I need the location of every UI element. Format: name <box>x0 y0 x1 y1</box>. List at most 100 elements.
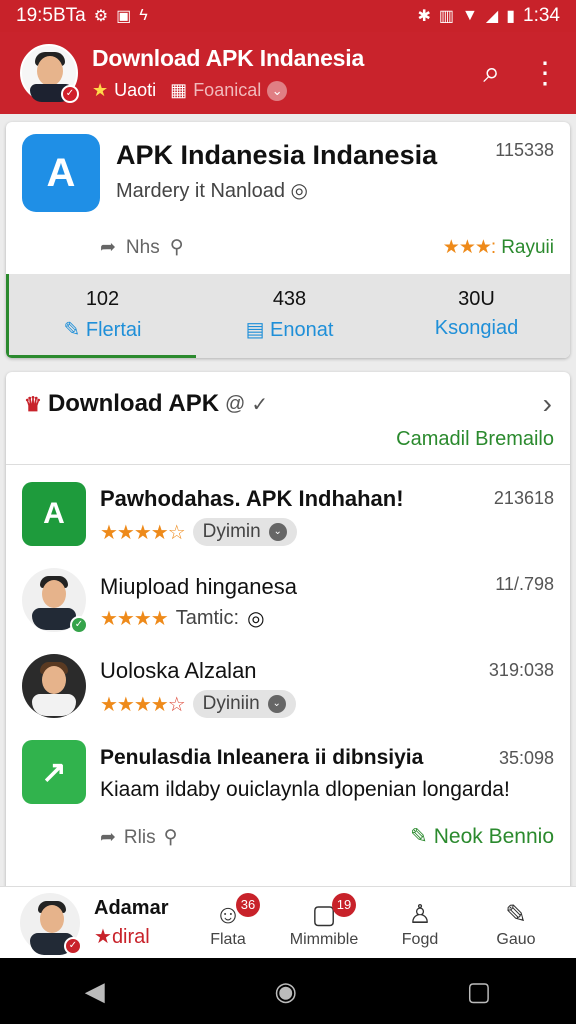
nav-item-chat[interactable]: ☺ Flata 36 <box>180 892 276 949</box>
list-item[interactable]: ✓ Miupload hinganesa 11/.798 ★★★★ Tamtic… <box>6 566 570 646</box>
featured-count: 115338 <box>495 140 554 160</box>
chevron-down-icon: ⌄ <box>267 695 286 713</box>
stats-tabs: 102 ✎ Flertai 438 ▤ Enonat 30U Ksongiad <box>6 274 570 358</box>
app-logo-icon: A <box>22 482 86 546</box>
check-circle-icon: ✓ <box>251 393 269 416</box>
stat-label-text: Flertai <box>85 319 142 341</box>
item-number: 11/.798 <box>495 574 554 594</box>
item-right-link[interactable]: ✎ Neok Bennio <box>410 824 554 849</box>
item-meta: ★★★★ Tamtic: ◎ <box>100 606 265 631</box>
app-logo-icon: A <box>22 134 100 212</box>
chevron-down-icon[interactable]: ⌄ <box>267 80 288 101</box>
bottom-user[interactable]: ✓ Adamar ★diral <box>0 892 180 955</box>
notification-count: 19 <box>332 892 356 917</box>
battery-icon: ▮ <box>506 8 516 25</box>
tag-label: Dyimin <box>202 521 261 542</box>
more-options-icon[interactable]: ⋮ <box>530 56 560 91</box>
item-description: Kiaam ildaby ouiclaynla dlopenian longar… <box>100 778 510 801</box>
document-icon: ▢ <box>311 898 337 929</box>
crown-icon: ♛ <box>24 393 42 416</box>
featured-meta-label: Nhs <box>125 236 160 258</box>
status-clock: 1:34 <box>523 5 560 26</box>
rating-stars-icon: ★★★★☆ <box>100 693 186 716</box>
wifi-icon: ▼ <box>462 7 478 24</box>
stat-label: ▤ Enonat <box>196 317 383 342</box>
app-bar: ✓ Download APK Indanesia ★ Uaoti ▦ Foani… <box>0 32 576 114</box>
featured-title: APK Indanesia Indanesia <box>116 140 438 170</box>
list-item[interactable]: Uoloska Alzalan 319:038 ★★★★☆ Dyiniin ⌄ <box>6 652 570 732</box>
avatar: ✓ <box>22 568 88 634</box>
coin-icon: ◎ <box>290 180 308 202</box>
lightning-icon: ϟ <box>139 7 148 24</box>
nav-item-edit[interactable]: ✎ Gauo <box>468 897 564 949</box>
stat-label-text: Enonat <box>270 319 334 341</box>
item-title: Pawhodahas. APK Indhahan! <box>100 486 404 511</box>
share-icon: ➦ <box>100 237 116 258</box>
status-bar: 19:5BTa ⚙ ▣ ϟ ✱ ▥ ▼ ◢ ▮ 1:34 <box>0 0 576 32</box>
item-meta: ➦ Rlis ⚲ <box>100 826 178 849</box>
section-link[interactable]: Camadil Bremailo <box>396 428 554 451</box>
stat-tab-1[interactable]: 102 ✎ Flertai <box>6 274 196 358</box>
bottom-navigation: ✓ Adamar ★diral ☺ Flata 36 ▢ Mimmible 19… <box>0 886 576 958</box>
verified-badge-icon: ✓ <box>64 936 82 955</box>
nav-label: Mimmible <box>289 930 359 948</box>
item-meta-label: Rlis <box>123 826 156 848</box>
header-sub-left: Uaoti <box>114 80 157 100</box>
user-role: ★diral <box>94 924 168 949</box>
avatar <box>22 654 86 718</box>
section-header: ♛ Download APK @ ✓ <box>24 390 268 418</box>
item-meta: ★★★★☆ Dyimin ⌄ <box>100 518 297 546</box>
profile-avatar[interactable]: ✓ <box>20 44 79 103</box>
person-icon: ♙ <box>408 898 432 929</box>
featured-rating: ★★★: Rayuii <box>443 236 554 259</box>
download-list-card: ♛ Download APK @ ✓ › Camadil Bremailo A … <box>6 372 570 932</box>
list-item[interactable]: ↗ Penulasdia Inleanera ii dibnsiyia 35:0… <box>6 738 570 848</box>
item-number: 35:098 <box>498 748 554 768</box>
page-title: Download APK Indanesia <box>92 45 365 71</box>
stat-value: 438 <box>272 288 307 310</box>
share-icon: ➦ <box>100 827 116 848</box>
notification-count: 36 <box>236 892 260 917</box>
item-title: Miupload hinganesa <box>100 574 297 599</box>
item-number: 319:038 <box>488 660 554 680</box>
nav-item-person[interactable]: ♙ Fogd <box>372 897 468 949</box>
status-time: 19:5BTa <box>16 5 86 26</box>
image-icon: ▣ <box>116 8 132 25</box>
header-sub-right: Foanical <box>193 80 262 100</box>
system-navigation: ◀ ◉ ▢ <box>0 958 576 1024</box>
item-meta: ★★★★☆ Dyiniin ⌄ <box>100 690 296 718</box>
link-icon[interactable]: ⚲ <box>164 826 178 849</box>
chevron-right-icon[interactable]: › <box>543 388 552 420</box>
item-right-label: Neok Bennio <box>433 824 554 848</box>
tag-label: Dyiniin <box>202 693 260 714</box>
stat-tab-3[interactable]: 30U Ksongiad <box>383 274 570 358</box>
list-item[interactable]: A Pawhodahas. APK Indhahan! 213618 ★★★★☆… <box>6 480 570 560</box>
stat-value: 30U <box>458 288 495 310</box>
tag-chip[interactable]: Dyiniin ⌄ <box>192 690 296 718</box>
link-icon[interactable]: ⚲ <box>170 236 184 259</box>
featured-app-card[interactable]: A APK Indanesia Indanesia 115338 Mardery… <box>6 122 570 358</box>
featured-rating-label: Rayuii <box>501 236 554 258</box>
tag-chip[interactable]: Dyimin ⌄ <box>192 518 297 546</box>
nav-label: Gauo <box>496 930 536 948</box>
item-number: 213618 <box>493 488 554 508</box>
clipboard-icon: ▤ <box>245 319 271 341</box>
leaf-icon: ✎ <box>410 825 428 848</box>
chat-icon: ☺ <box>214 898 242 929</box>
search-icon[interactable]: ⌕ <box>483 56 500 90</box>
featured-subtitle-text: Mardery it Nanload <box>116 180 285 202</box>
divider <box>6 464 570 465</box>
recents-icon[interactable]: ▢ <box>467 976 492 1007</box>
vibrate-icon: ▥ <box>438 8 455 25</box>
avatar: ✓ <box>20 892 82 955</box>
rating-stars-icon: ★★★★☆ <box>100 521 186 544</box>
coin-icon: ◎ <box>247 608 265 630</box>
back-icon[interactable]: ◀ <box>85 976 105 1007</box>
chevron-down-icon: ⌄ <box>268 523 287 541</box>
section-title: Download APK <box>47 390 220 417</box>
home-icon[interactable]: ◉ <box>274 976 297 1007</box>
nav-item-document[interactable]: ▢ Mimmible 19 <box>276 892 372 949</box>
rating-stars-icon: ★★★: <box>442 237 496 258</box>
at-icon: @ <box>225 392 246 415</box>
stat-tab-2[interactable]: 438 ▤ Enonat <box>196 274 383 358</box>
